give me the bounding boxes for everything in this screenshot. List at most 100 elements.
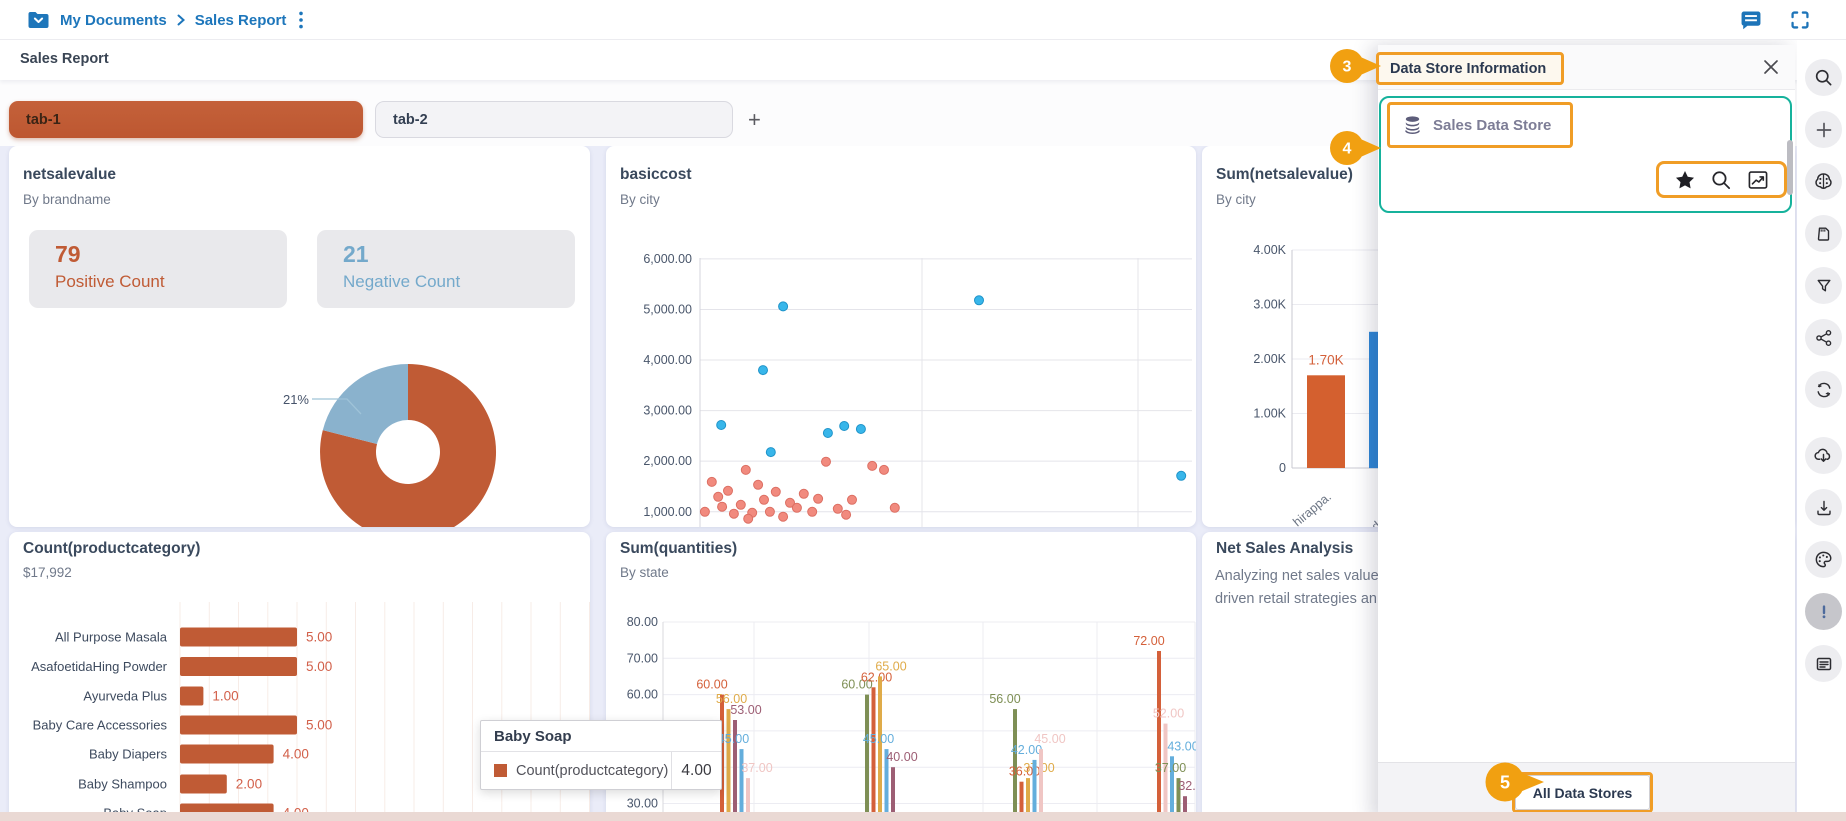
data-store-panel: Data Store Information Sales Data Store bbox=[1376, 45, 1795, 821]
badge-5-number: 5 bbox=[1500, 773, 1510, 793]
close-icon[interactable] bbox=[1761, 57, 1781, 77]
right-toolbar bbox=[1797, 0, 1846, 821]
svg-text:3,000.00: 3,000.00 bbox=[643, 404, 692, 418]
svg-text:40.00: 40.00 bbox=[886, 750, 917, 764]
svg-text:Baby Care Accessories: Baby Care Accessories bbox=[33, 718, 168, 733]
svg-text:1,000.00: 1,000.00 bbox=[643, 505, 692, 519]
svg-text:56.00: 56.00 bbox=[989, 692, 1020, 706]
palette-icon bbox=[1813, 549, 1834, 570]
svg-text:80.00: 80.00 bbox=[627, 615, 658, 629]
svg-text:60.00: 60.00 bbox=[627, 688, 658, 702]
trend-chart-icon[interactable] bbox=[1747, 169, 1769, 191]
plus-icon bbox=[1814, 120, 1834, 140]
toolbar-theme-button[interactable] bbox=[1805, 541, 1842, 578]
toolbar-add-button[interactable] bbox=[1805, 111, 1842, 148]
notes-icon bbox=[1814, 654, 1834, 674]
svg-text:45.00: 45.00 bbox=[863, 732, 894, 746]
net-sales-text-line1: Analyzing net sales value bbox=[1215, 568, 1379, 584]
svg-text:3.00K: 3.00K bbox=[1253, 298, 1286, 312]
svg-text:Ayurveda Plus: Ayurveda Plus bbox=[83, 689, 167, 704]
chevron-right-icon bbox=[176, 13, 186, 27]
svg-text:37.00: 37.00 bbox=[741, 761, 772, 775]
svg-text:5.00: 5.00 bbox=[306, 718, 332, 733]
add-tab-button[interactable]: + bbox=[748, 107, 761, 133]
callout-badge-4: 4 bbox=[1328, 129, 1384, 167]
data-store-name: Sales Data Store bbox=[1433, 116, 1552, 134]
svg-text:0: 0 bbox=[1279, 461, 1286, 475]
svg-text:All Purpose Masala: All Purpose Masala bbox=[55, 630, 168, 645]
svg-text:2.00K: 2.00K bbox=[1253, 352, 1286, 366]
svg-text:45.00: 45.00 bbox=[718, 732, 749, 746]
svg-text:1.00K: 1.00K bbox=[1253, 407, 1286, 421]
callout-badge-3: 3 bbox=[1328, 47, 1384, 85]
donut-chart[interactable]: 21% bbox=[9, 146, 590, 527]
svg-text:53.00: 53.00 bbox=[730, 703, 761, 717]
svg-text:1.00: 1.00 bbox=[212, 689, 238, 704]
svg-text:32.00: 32.00 bbox=[1178, 779, 1196, 793]
toolbar-download-button[interactable] bbox=[1805, 489, 1842, 526]
share-icon bbox=[1814, 328, 1834, 348]
top-bar: My Documents Sales Report bbox=[0, 0, 1846, 40]
tab-2[interactable]: tab-2 bbox=[375, 101, 733, 138]
svg-text:37.00: 37.00 bbox=[1155, 761, 1186, 775]
toolbar-alert-button[interactable] bbox=[1805, 593, 1842, 630]
svg-text:21%: 21% bbox=[283, 392, 309, 407]
scatter-chart[interactable]: 6,000.00 5,000.00 4,000.00 3,000.00 2,000.00… bbox=[606, 146, 1196, 527]
filter-icon bbox=[1814, 276, 1834, 296]
search-icon[interactable] bbox=[1710, 169, 1732, 191]
svg-text:AsafoetidaHing Powder: AsafoetidaHing Powder bbox=[31, 659, 168, 674]
toolbar-cloud-download-button[interactable] bbox=[1805, 437, 1842, 474]
svg-text:52.00: 52.00 bbox=[1153, 707, 1184, 721]
kebab-menu-icon[interactable] bbox=[298, 10, 304, 30]
svg-text:30.00: 30.00 bbox=[627, 797, 658, 811]
brain-icon bbox=[1813, 171, 1834, 192]
svg-text:4.00K: 4.00K bbox=[1253, 243, 1286, 257]
star-icon[interactable] bbox=[1674, 169, 1696, 191]
tooltip-title: Baby Soap bbox=[481, 721, 721, 752]
folder-icon[interactable] bbox=[26, 8, 51, 32]
panel-scrollbar[interactable] bbox=[1787, 140, 1793, 195]
memory-card-icon bbox=[1814, 224, 1834, 244]
toolbar-refresh-button[interactable] bbox=[1805, 371, 1842, 408]
toolbar-share-button[interactable] bbox=[1805, 319, 1842, 356]
svg-text:2.00: 2.00 bbox=[236, 777, 262, 792]
panel-title: Net Sales Analysis bbox=[1216, 540, 1354, 557]
svg-text:4,000.00: 4,000.00 bbox=[643, 353, 692, 367]
svg-text:1.70K: 1.70K bbox=[1308, 352, 1343, 367]
tab-1[interactable]: tab-1 bbox=[9, 101, 363, 138]
svg-text:2,000.00: 2,000.00 bbox=[643, 454, 692, 468]
svg-text:Baby Shampoo: Baby Shampoo bbox=[78, 777, 167, 792]
svg-text:65.00: 65.00 bbox=[875, 659, 906, 673]
svg-text:70.00: 70.00 bbox=[627, 651, 658, 665]
svg-text:6,000.00: 6,000.00 bbox=[643, 252, 692, 266]
data-store-card: Sales Data Store bbox=[1379, 96, 1792, 213]
svg-text:5.00: 5.00 bbox=[306, 659, 332, 674]
svg-text:60.00: 60.00 bbox=[696, 678, 727, 692]
database-icon bbox=[1403, 115, 1422, 135]
data-store-panel-title: Data Store Information bbox=[1390, 60, 1547, 77]
fullscreen-icon[interactable] bbox=[1788, 8, 1814, 34]
series-swatch bbox=[494, 764, 507, 777]
toolbar-ai-insights-button[interactable] bbox=[1805, 163, 1842, 200]
sales-data-store-chip[interactable]: Sales Data Store bbox=[1387, 102, 1574, 148]
toolbar-filter-button[interactable] bbox=[1805, 267, 1842, 304]
highlight-box-title: Data Store Information bbox=[1376, 52, 1564, 85]
svg-text:45.00: 45.00 bbox=[1034, 732, 1065, 746]
svg-text:Baby Diapers: Baby Diapers bbox=[89, 747, 168, 762]
svg-text:5,000.00: 5,000.00 bbox=[643, 302, 692, 316]
toolbar-search-button[interactable] bbox=[1805, 59, 1842, 96]
net-sales-text-line2: driven retail strategies an bbox=[1215, 591, 1377, 607]
comment-icon[interactable] bbox=[1738, 8, 1764, 34]
download-icon bbox=[1814, 498, 1834, 518]
app-root: My Documents Sales Report Sales Report t… bbox=[0, 0, 1846, 821]
data-store-panel-header: Data Store Information bbox=[1376, 45, 1795, 90]
tooltip-series: Count(productcategory) bbox=[516, 762, 669, 779]
highlight-box-actions bbox=[1656, 161, 1787, 198]
breadcrumb-root[interactable]: My Documents bbox=[60, 12, 167, 29]
panel-basiccost: basiccost By city 6,000.00 5,000.00 4,000.… bbox=[606, 146, 1196, 527]
breadcrumb-current: Sales Report bbox=[194, 11, 287, 29]
panel-netsalevalue: netsalevalue By brandname 79 Positive Co… bbox=[9, 146, 590, 527]
toolbar-comments-button[interactable] bbox=[1805, 645, 1842, 682]
page-title: Sales Report bbox=[20, 51, 109, 67]
toolbar-data-card-button[interactable] bbox=[1805, 215, 1842, 252]
